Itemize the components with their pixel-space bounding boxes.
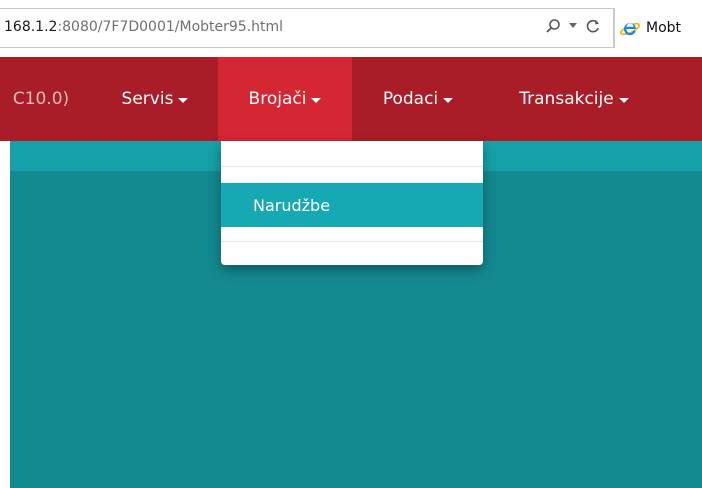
nav-item-label: Servis bbox=[121, 89, 174, 109]
caret-down-icon bbox=[443, 97, 454, 103]
nav-item-label: C10.0) bbox=[12, 89, 70, 109]
dropdown-divider bbox=[221, 166, 483, 167]
nav-item-servis[interactable]: Servis bbox=[100, 57, 210, 141]
nav-item-brojaci[interactable]: Brojači bbox=[218, 57, 352, 141]
dropdown-item-label: Narudžbe bbox=[253, 195, 331, 215]
top-navbar: C10.0) Servis Brojači Podaci Transakcije bbox=[0, 57, 702, 141]
address-bar[interactable]: 168.1.2:8080/7F7D0001/Mobter95.html bbox=[0, 8, 614, 48]
internet-explorer-icon bbox=[620, 18, 640, 38]
nav-item-transakcije[interactable]: Transakcije bbox=[494, 57, 654, 141]
dropdown-item-narudzbe[interactable]: Narudžbe bbox=[221, 183, 483, 227]
search-dropdown-icon[interactable] bbox=[569, 23, 577, 29]
nav-item-label: Transakcije bbox=[519, 89, 614, 109]
address-icons bbox=[545, 18, 601, 34]
screenshot-frame: 168.1.2:8080/7F7D0001/Mobter95.html Mobt… bbox=[0, 0, 702, 488]
search-icon[interactable] bbox=[545, 18, 561, 34]
nav-item-podaci[interactable]: Podaci bbox=[360, 57, 476, 141]
url-path: :8080/7F7D0001/Mobter95.html bbox=[57, 19, 284, 35]
brojaci-dropdown-menu: Narudžbe bbox=[221, 141, 483, 265]
tab-divider bbox=[614, 8, 615, 48]
caret-down-icon bbox=[618, 97, 629, 103]
address-url[interactable]: 168.1.2:8080/7F7D0001/Mobter95.html bbox=[4, 19, 283, 35]
browser-toolbar: 168.1.2:8080/7F7D0001/Mobter95.html Mobt bbox=[0, 0, 702, 55]
nav-item-label: Brojači bbox=[248, 89, 307, 109]
nav-item-version[interactable]: C10.0) bbox=[0, 57, 86, 141]
nav-item-label: Podaci bbox=[382, 89, 439, 109]
caret-down-icon bbox=[178, 97, 189, 103]
refresh-icon[interactable] bbox=[585, 18, 601, 34]
url-host: 168.1.2 bbox=[4, 19, 58, 35]
caret-down-icon bbox=[311, 97, 322, 103]
dropdown-divider bbox=[221, 241, 483, 242]
tab-title: Mobt bbox=[646, 20, 682, 36]
browser-tab[interactable]: Mobt bbox=[620, 8, 681, 48]
